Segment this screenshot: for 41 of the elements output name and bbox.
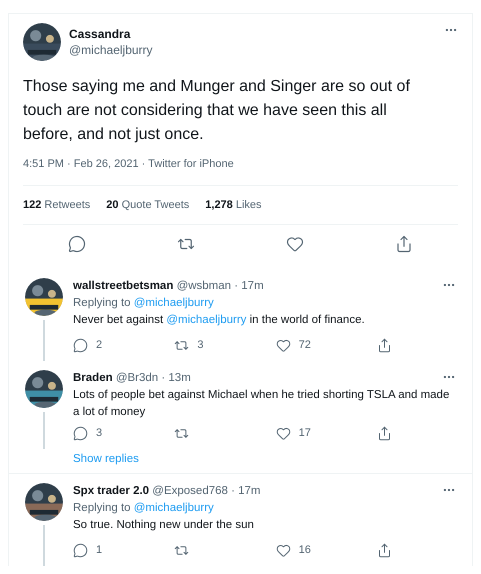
user-name: Cassandra: [69, 26, 132, 42]
reply-icon[interactable]: [68, 235, 86, 253]
count-text: 1: [96, 542, 102, 558]
count-text: 17: [298, 426, 311, 441]
heart-icon[interactable]: [286, 235, 304, 253]
share-icon[interactable]: [376, 542, 392, 558]
reply-icon[interactable]: [73, 338, 88, 352]
user-handle: @michaeljburry: [69, 42, 154, 58]
reply-icon[interactable]: [73, 426, 88, 440]
reply-text: Lots of people bet against Michael when he tried shorting TSLA and made a lot of money: [73, 388, 450, 420]
count-text: 3: [96, 426, 102, 441]
replying-label: Replying to: [73, 502, 131, 514]
user-handle: @Br3dn · 13m: [116, 372, 191, 384]
count-text: 72: [298, 338, 311, 353]
show-replies-link[interactable]: Show replies: [73, 453, 139, 465]
count-text: 16: [298, 542, 311, 558]
stat-link[interactable]: 20 Quote Tweets: [106, 198, 190, 212]
user-handle: @wsbman · 17m: [176, 280, 264, 292]
mention-link[interactable]: @michaeljburry: [166, 314, 246, 326]
heart-icon[interactable]: [276, 542, 291, 558]
stat-link[interactable]: 122 Retweets: [23, 198, 90, 212]
heart-icon[interactable]: [276, 338, 291, 352]
reply-text: Never bet against @michaeljburry in the world of finance.: [73, 313, 366, 328]
replying-label: Replying to: [73, 297, 131, 309]
user-name: wallstreetbetsman: [73, 280, 174, 292]
tweet-meta: 4:51 PM · Feb 26, 2021 · Twitter for iPhone: [23, 157, 458, 186]
stat-link[interactable]: 1,278 Likes: [205, 198, 262, 212]
reply-text: So true. Nothing new under the sun: [73, 518, 255, 533]
count-text: 3: [197, 338, 204, 353]
user-handle: @Exposed768 · 17m: [152, 485, 260, 497]
mention-link[interactable]: @michaeljburry: [134, 297, 214, 309]
share-icon[interactable]: [376, 338, 392, 352]
share-icon[interactable]: [394, 235, 413, 253]
mention-link[interactable]: @michaeljburry: [134, 502, 214, 514]
count-text: 2: [96, 338, 102, 353]
reply-icon[interactable]: [73, 542, 88, 558]
heart-icon[interactable]: [276, 426, 291, 440]
share-icon[interactable]: [376, 426, 392, 440]
user-name: Braden: [73, 372, 113, 384]
user-name: Spx trader 2.0: [73, 485, 150, 497]
tweet-text: Those saying me and Munger and Singer are so out of touch are not considering that we have seen this all before, and not just once.: [23, 77, 411, 145]
